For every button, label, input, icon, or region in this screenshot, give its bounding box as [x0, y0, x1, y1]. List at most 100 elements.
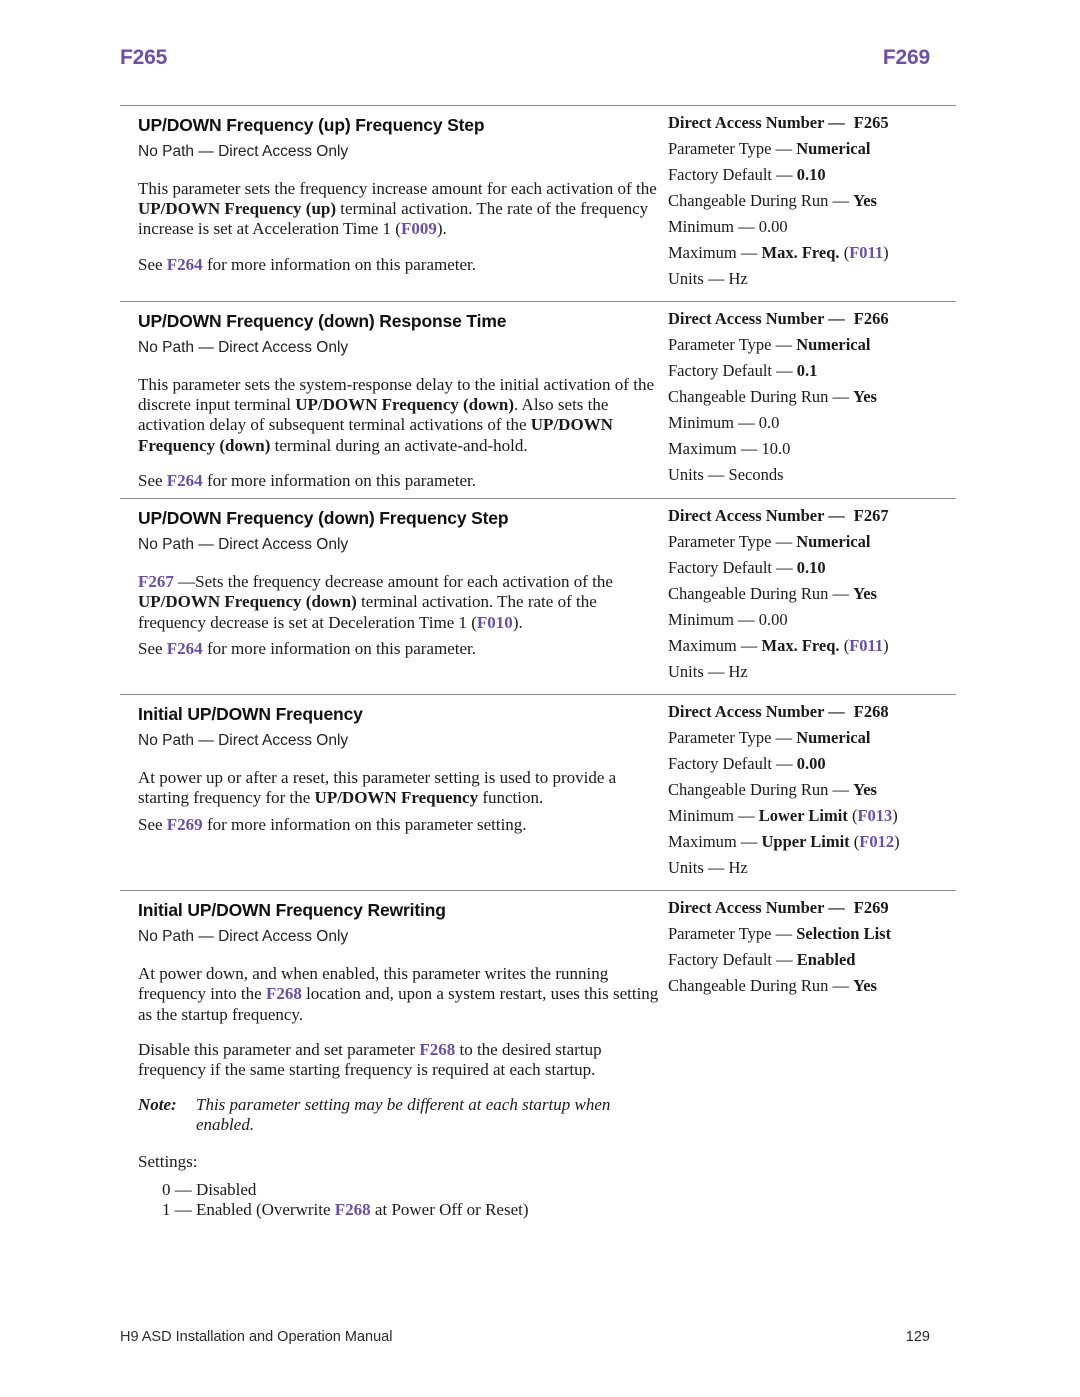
- spec-changeable-during-run: Changeable During Run — Yes: [668, 780, 960, 800]
- param-reference[interactable]: F269: [167, 815, 203, 834]
- param-reference[interactable]: F268: [266, 984, 302, 1003]
- spec-parameter-type: Parameter Type — Numerical: [668, 533, 960, 551]
- spec-value: Selection List: [796, 924, 892, 944]
- spec-direct-access-number: Direct Access Number — F266: [668, 309, 960, 328]
- spec-label: Direct Access Number —: [668, 506, 845, 526]
- spec-label: Units —: [668, 662, 729, 682]
- spec-changeable-during-run: Changeable During Run — Yes: [668, 584, 960, 604]
- description-column: Initial UP/DOWN Frequency Rewriting No P…: [120, 891, 660, 1225]
- text-run: (: [847, 806, 858, 826]
- section-title: Initial UP/DOWN Frequency Rewriting: [138, 900, 446, 921]
- spec-label: Maximum —: [668, 243, 762, 262]
- spec-value: F265: [853, 113, 889, 132]
- see-also-paragraph: See F264 for more information on this pa…: [138, 639, 660, 659]
- description-paragraph: This parameter sets the system-response …: [138, 375, 660, 456]
- spec-direct-access-number: Direct Access Number — F268: [668, 702, 960, 722]
- option-label: at Power Off or Reset): [370, 1200, 529, 1220]
- spec-maximum: Maximum — Upper Limit (F012): [668, 832, 960, 852]
- spec-minimum: Minimum — 0.00: [668, 610, 960, 630]
- param-reference[interactable]: F264: [167, 639, 203, 658]
- param-reference[interactable]: F009: [401, 219, 437, 238]
- spec-value: 0.10: [796, 165, 826, 184]
- spec-value: Max. Freq.: [761, 636, 840, 656]
- note-label: Note:: [138, 1095, 177, 1115]
- spec-label: Maximum —: [668, 439, 762, 458]
- spec-label: Parameter Type —: [668, 728, 797, 748]
- spec-label: Direct Access Number —: [668, 309, 845, 328]
- settings-options-list: 0 — Disabled 1 — Enabled (Overwrite F268…: [162, 1180, 660, 1221]
- param-reference[interactable]: F011: [849, 636, 883, 655]
- spec-value: 0.00: [758, 610, 788, 630]
- param-reference[interactable]: F268: [419, 1040, 455, 1059]
- text-run: See: [138, 254, 167, 274]
- text-run: for more information on this parameter.: [202, 254, 477, 274]
- text-run: ).: [436, 219, 447, 239]
- text-run-bold: UP/DOWN Frequency (up): [138, 199, 337, 219]
- text-run: ): [883, 243, 889, 262]
- description-paragraph: This parameter sets the frequency increa…: [138, 179, 660, 240]
- option-label: Enabled (Overwrite: [196, 1200, 335, 1220]
- access-path: No Path — Direct Access Only: [138, 732, 349, 750]
- spec-value: 10.0: [761, 439, 791, 458]
- param-reference[interactable]: F011: [849, 243, 883, 262]
- parameter-section-f267: UP/DOWN Frequency (down) Frequency Step …: [120, 499, 960, 694]
- param-reference[interactable]: F012: [859, 832, 894, 851]
- document-page: F265 F269 UP/DOWN Frequency (up) Frequen…: [0, 0, 1080, 1397]
- spec-parameter-type: Parameter Type — Numerical: [668, 336, 960, 354]
- spec-label: Factory Default —: [668, 754, 797, 774]
- spec-units: Units — Seconds: [668, 465, 960, 484]
- option-index: 1 —: [162, 1200, 196, 1220]
- param-reference[interactable]: F264: [167, 255, 203, 274]
- spec-value: 0.0: [758, 413, 780, 432]
- param-reference[interactable]: F013: [857, 806, 892, 825]
- spec-minimum: Minimum — 0.00: [668, 217, 960, 236]
- settings-heading: Settings:: [138, 1151, 198, 1171]
- spec-label: Units —: [668, 858, 729, 878]
- spec-label: Factory Default —: [668, 950, 797, 970]
- text-run: (: [839, 243, 850, 262]
- text-run: terminal during an activate-and-hold.: [270, 435, 528, 455]
- spec-changeable-during-run: Changeable During Run — Yes: [668, 387, 960, 406]
- text-run-bold: UP/DOWN Frequency: [314, 788, 479, 808]
- text-run: (: [839, 636, 850, 656]
- spec-value: F266: [853, 309, 889, 328]
- text-run: function.: [478, 788, 544, 808]
- text-run: ): [883, 636, 889, 656]
- option-index: 0 —: [162, 1179, 196, 1199]
- spec-label: Maximum —: [668, 832, 762, 852]
- text-run: This parameter sets the frequency increa…: [138, 179, 657, 198]
- spec-minimum: Minimum — Lower Limit (F013): [668, 806, 960, 826]
- text-run: (: [849, 832, 860, 852]
- param-reference[interactable]: F268: [335, 1200, 371, 1219]
- text-run: Disable this parameter and set parameter: [138, 1039, 420, 1059]
- see-also-paragraph: See F264 for more information on this pa…: [138, 471, 660, 491]
- text-run: —Sets the frequency decrease amount for …: [173, 572, 613, 592]
- description-column: Initial UP/DOWN Frequency No Path — Dire…: [120, 695, 660, 842]
- spec-parameter-type: Parameter Type — Selection List: [668, 924, 960, 944]
- spec-value: F268: [853, 702, 889, 722]
- spec-label: Changeable During Run —: [668, 780, 854, 800]
- spec-label: Minimum —: [668, 217, 759, 236]
- access-path: No Path — Direct Access Only: [138, 339, 349, 356]
- spec-value: Yes: [853, 387, 877, 406]
- param-reference[interactable]: F267: [138, 572, 174, 591]
- spec-label: Changeable During Run —: [668, 387, 854, 406]
- description-column: UP/DOWN Frequency (down) Frequency Step …: [120, 499, 660, 666]
- param-reference[interactable]: F264: [167, 471, 203, 490]
- spec-label: Units —: [668, 465, 729, 484]
- see-also-paragraph: See F264 for more information on this pa…: [138, 255, 660, 275]
- spec-value: Upper Limit: [761, 832, 850, 852]
- spec-value: Yes: [853, 584, 877, 604]
- settings-option: 1 — Enabled (Overwrite F268 at Power Off…: [162, 1200, 660, 1221]
- spec-maximum: Maximum — Max. Freq. (F011): [668, 636, 960, 656]
- spec-value: Seconds: [728, 465, 784, 484]
- param-reference[interactable]: F010: [477, 613, 513, 632]
- spec-label: Factory Default —: [668, 558, 797, 578]
- access-path: No Path — Direct Access Only: [138, 143, 349, 160]
- text-run: ): [894, 832, 900, 852]
- spec-minimum: Minimum — 0.0: [668, 413, 960, 432]
- spec-units: Units — Hz: [668, 858, 960, 878]
- spec-factory-default: Factory Default — 0.00: [668, 754, 960, 774]
- running-head: F265 F269: [120, 0, 960, 70]
- running-head-right: F269: [882, 46, 930, 69]
